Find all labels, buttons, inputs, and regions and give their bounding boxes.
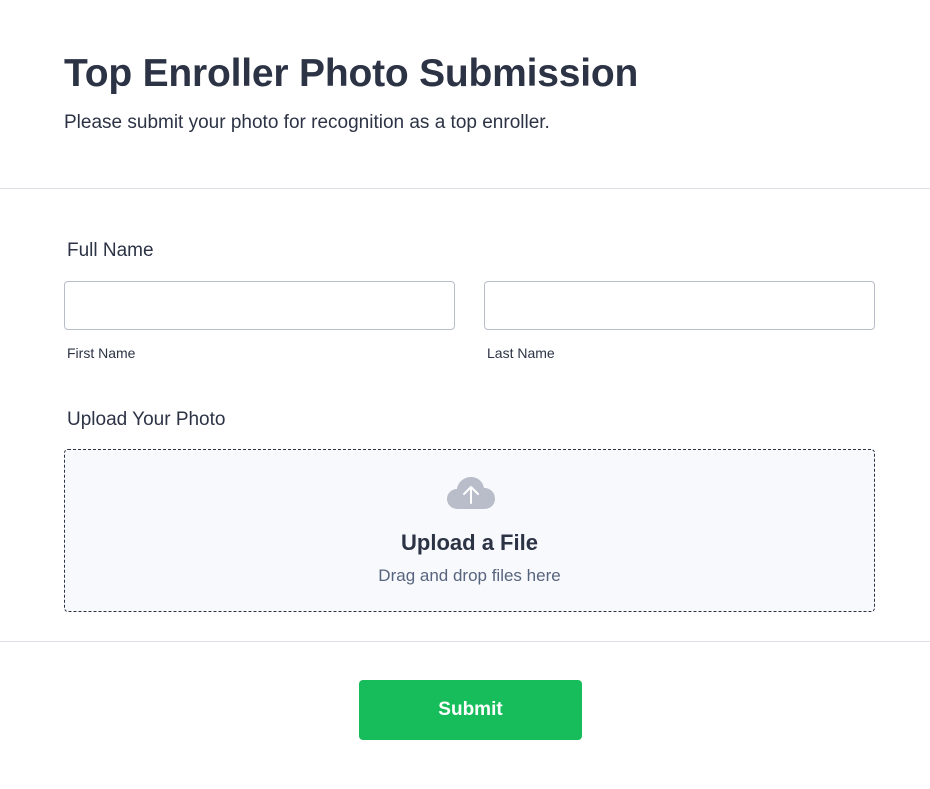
first-name-sublabel: First Name [67, 345, 136, 361]
last-name-input[interactable] [484, 281, 875, 330]
file-dropzone[interactable]: Upload a File Drag and drop files here [64, 449, 875, 612]
upload-photo-label: Upload Your Photo [67, 409, 226, 430]
first-name-input[interactable] [64, 281, 455, 330]
page-title: Top Enroller Photo Submission [64, 52, 639, 95]
upload-title: Upload a File [401, 530, 538, 555]
footer-divider [0, 641, 930, 642]
form-header: Top Enroller Photo Submission Please sub… [0, 0, 930, 189]
cloud-upload-icon [447, 477, 495, 509]
upload-hint: Drag and drop files here [378, 566, 561, 585]
full-name-label: Full Name [67, 240, 154, 261]
page-subtitle: Please submit your photo for recognition… [64, 112, 550, 133]
form-page: Top Enroller Photo Submission Please sub… [0, 0, 930, 789]
header-divider [0, 188, 930, 189]
last-name-sublabel: Last Name [487, 345, 555, 361]
submit-button[interactable]: Submit [359, 680, 582, 740]
